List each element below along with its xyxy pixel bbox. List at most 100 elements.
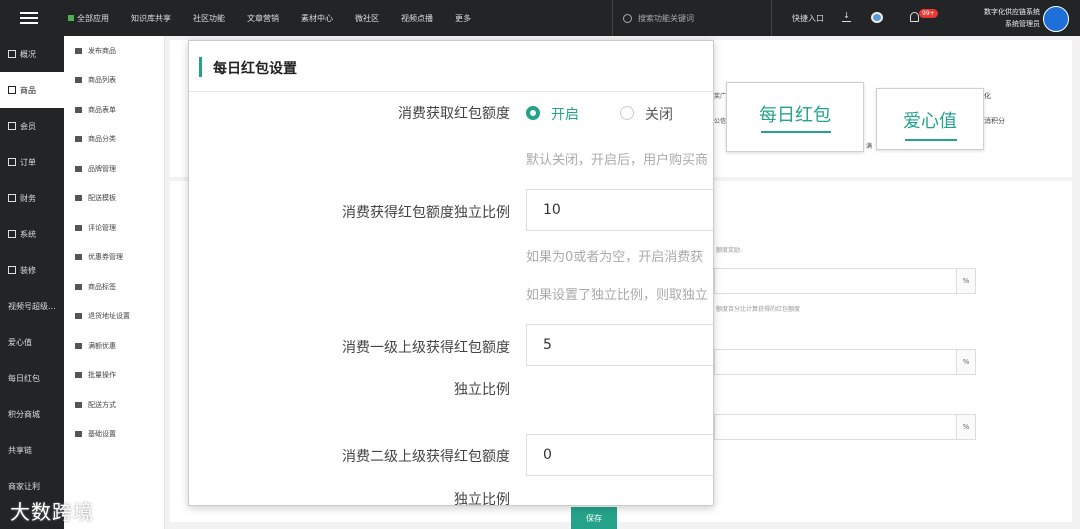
bg-hint: 额度奖励: — [716, 247, 743, 254]
search-icon — [623, 13, 632, 23]
preview-eye-icon[interactable] — [871, 12, 883, 23]
field-label: 消费获取红包额度 — [398, 106, 510, 122]
field-label: 消费一级上级获得红包额度 — [342, 340, 510, 356]
sidebar-item-goods[interactable]: 商品 — [0, 72, 64, 108]
percent-suffix: % — [956, 414, 976, 440]
field-label: 消费二级上级获得红包额度 — [342, 449, 510, 465]
top-nav: 全部应用 知识库共享 社区功能 文章营销 素材中心 微社区 视频点播 更多 — [68, 0, 493, 36]
watermark: 大数跨境 — [10, 500, 94, 524]
top-nav-item[interactable]: 视频点播 — [401, 13, 433, 24]
submenu-item[interactable]: 商品分类 — [64, 125, 164, 155]
gear-icon — [75, 431, 82, 438]
bg-text-fragment: 奖广 — [714, 93, 727, 100]
user-role: 系统管理员 — [1005, 20, 1040, 28]
tab-love-value[interactable]: 爱心值 — [876, 88, 984, 150]
level2-ratio-input[interactable]: 0 — [526, 434, 713, 476]
sidebar-item-points-mall[interactable]: 积分商城 — [0, 396, 64, 432]
submenu-item[interactable]: 优惠券管理 — [64, 243, 164, 273]
top-nav-item[interactable]: 微社区 — [355, 13, 379, 24]
field-label: 消费获得红包额度独立比例 — [342, 205, 510, 221]
bg-percent-input[interactable] — [714, 349, 958, 375]
brush-icon — [8, 266, 16, 274]
top-nav-item[interactable]: 更多 — [455, 13, 471, 24]
radio-disable-label[interactable]: 关闭 — [645, 104, 673, 124]
bg-hint: 额度百分比计算获得的红包额度 — [716, 306, 801, 313]
submenu-item[interactable]: 配送方式 — [64, 390, 164, 420]
tag-icon — [75, 283, 82, 290]
save-button[interactable]: 保存 — [571, 507, 617, 529]
submenu-item[interactable]: 商品标签 — [64, 272, 164, 302]
search-placeholder: 搜索功能关键词 — [638, 13, 694, 23]
top-bar: 全部应用 知识库共享 社区功能 文章营销 素材中心 微社区 视频点播 更多 搜索… — [0, 0, 1080, 36]
submenu-item[interactable]: 发布商品 — [64, 36, 164, 66]
tab-label: 每日红包 — [759, 105, 831, 126]
user-icon — [8, 122, 16, 130]
notification-badge: 99+ — [919, 9, 938, 18]
top-nav-all-apps[interactable]: 全部应用 — [68, 13, 109, 24]
level1-ratio-input[interactable]: 5 — [526, 324, 713, 366]
sidebar-item-members[interactable]: 会员 — [0, 108, 64, 144]
submenu-item[interactable]: 退货地址设置 — [64, 302, 164, 332]
cart-icon — [8, 158, 16, 166]
radio-disable[interactable] — [620, 106, 634, 120]
sidebar: 概况 商品 会员 订单 财务 系统 装修 视频号超级... 爱心值 每日红包 积… — [0, 36, 64, 529]
batch-icon — [75, 372, 82, 379]
percent-suffix: % — [956, 349, 976, 375]
sidebar-item-overview[interactable]: 概况 — [0, 36, 64, 72]
avatar[interactable] — [1043, 6, 1069, 32]
tab-underline — [761, 131, 831, 133]
apps-grid-icon — [68, 15, 74, 21]
sidebar-item-finance[interactable]: 财务 — [0, 180, 64, 216]
top-nav-item[interactable]: 素材中心 — [301, 13, 333, 24]
percent-suffix: % — [956, 268, 976, 294]
form-icon — [75, 106, 82, 113]
top-nav-item[interactable]: 知识库共享 — [131, 13, 171, 24]
menu-toggle-icon[interactable] — [20, 9, 38, 27]
bg-percent-input[interactable] — [714, 268, 958, 294]
field-hint: 如果为0或者为空，开启消费获 — [526, 250, 704, 265]
quick-entry-link[interactable]: 快捷入口 — [792, 13, 824, 24]
submenu-item[interactable]: 品牌管理 — [64, 154, 164, 184]
submenu-item[interactable]: 批量操作 — [64, 361, 164, 391]
gear-icon — [8, 230, 16, 238]
sidebar-item-love-value[interactable]: 爱心值 — [0, 324, 64, 360]
radio-enable[interactable] — [526, 106, 540, 120]
submenu-item[interactable]: 商品列表 — [64, 66, 164, 96]
field-hint: 如果设置了独立比例，则取独立 — [526, 288, 709, 303]
title-accent-bar — [199, 57, 202, 77]
list-icon — [75, 77, 82, 84]
submenu-item[interactable]: 满额优惠 — [64, 331, 164, 361]
sidebar-item-video[interactable]: 视频号超级... — [0, 288, 64, 324]
sidebar-item-orders[interactable]: 订单 — [0, 144, 64, 180]
download-icon[interactable]: ↓ — [842, 12, 851, 22]
system-name: 数字化供应链系统 — [984, 8, 1040, 16]
submenu-item[interactable]: 评论管理 — [64, 213, 164, 243]
sidebar-item-share-chain[interactable]: 共享链 — [0, 432, 64, 468]
independent-ratio-input[interactable]: 10 — [526, 189, 713, 231]
submenu-item[interactable]: 配送模板 — [64, 184, 164, 214]
bg-percent-input[interactable] — [714, 414, 958, 440]
submenu-item[interactable]: 基础设置 — [64, 420, 164, 450]
field-label: 独立比例 — [454, 492, 510, 506]
tab-daily-red-packet[interactable]: 每日红包 — [726, 82, 864, 152]
submenu-item[interactable]: 商品表单 — [64, 95, 164, 125]
goods-submenu: 发布商品 商品列表 商品表单 商品分类 品牌管理 配送模板 评论管理 优惠券管理… — [64, 36, 165, 529]
discount-icon — [75, 342, 82, 349]
radio-enable-label[interactable]: 开启 — [551, 104, 579, 124]
goods-icon — [8, 86, 16, 94]
sidebar-item-decoration[interactable]: 装修 — [0, 252, 64, 288]
daily-red-packet-settings-dialog: 每日红包设置 消费获取红包额度 开启 关闭 默认关闭，开启后，用户购买商 消费获… — [188, 40, 714, 506]
sidebar-item-daily-red[interactable]: 每日红包 — [0, 360, 64, 396]
delivery-icon — [75, 401, 82, 408]
comment-icon — [75, 224, 82, 231]
user-info[interactable]: 数字化供应链系统 系统管理员 — [960, 6, 1040, 30]
search-input[interactable]: 搜索功能关键词 — [612, 0, 772, 36]
sidebar-item-system[interactable]: 系统 — [0, 216, 64, 252]
return-icon — [75, 313, 82, 320]
top-nav-item[interactable]: 文章营销 — [247, 13, 279, 24]
notification-bell-icon[interactable] — [910, 12, 919, 22]
brand-icon — [75, 165, 82, 172]
field-label: 独立比例 — [454, 382, 510, 398]
top-nav-item[interactable]: 社区功能 — [193, 13, 225, 24]
bg-text-fragment: 消积分 — [984, 117, 1005, 125]
